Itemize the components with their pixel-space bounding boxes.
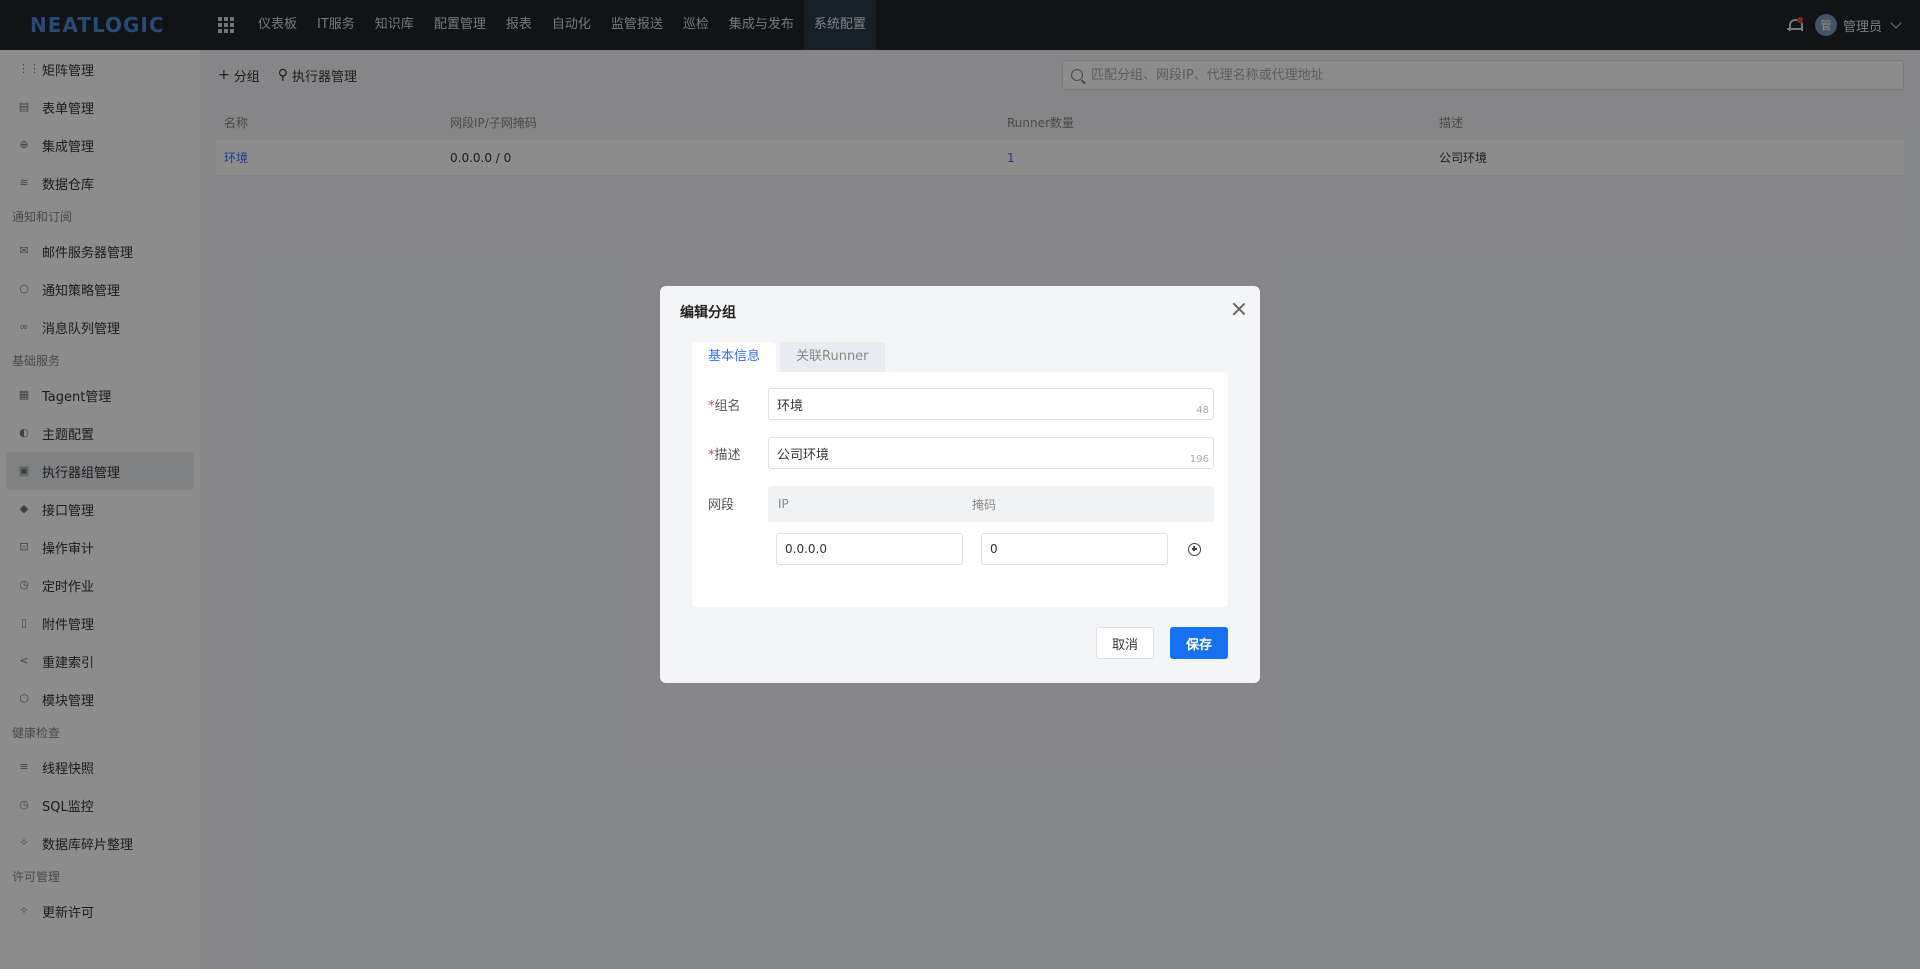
dialog-title: 编辑分组: [680, 305, 736, 321]
dialog-tabs: 基本信息 关联Runner: [692, 342, 885, 372]
segment-row: 网段: [708, 494, 768, 513]
save-button[interactable]: 保存: [1170, 627, 1228, 659]
group-name-row: *组名 环境 48: [708, 388, 1214, 420]
close-icon[interactable]: [1232, 302, 1246, 316]
segment-label: 网段: [708, 498, 735, 513]
group-name-counter: 48: [1196, 405, 1209, 416]
column-header-ip: IP: [778, 497, 789, 511]
description-counter: 196: [1189, 454, 1209, 465]
add-segment-icon[interactable]: [1188, 542, 1201, 556]
group-name-label: *组名: [708, 398, 741, 414]
mask-input[interactable]: 0: [981, 533, 1168, 565]
edit-group-dialog: 编辑分组 基本信息 关联Runner *组名 环境 48 *描述 公司环境 19…: [660, 286, 1260, 683]
segment-table: IP 掩码 0.0.0.0 0: [768, 486, 1214, 576]
ip-input[interactable]: 0.0.0.0: [776, 533, 963, 565]
segment-table-row: 0.0.0.0 0: [768, 522, 1214, 576]
basic-info-panel: *组名 环境 48 *描述 公司环境 196 网段 IP 掩码 0.0.0.0 …: [692, 372, 1228, 607]
cancel-button[interactable]: 取消: [1096, 627, 1154, 659]
description-field[interactable]: 公司环境 196: [768, 437, 1214, 469]
segment-table-header: IP 掩码: [768, 486, 1214, 522]
tab-related-runner[interactable]: 关联Runner: [780, 342, 885, 372]
tab-basic-info[interactable]: 基本信息: [692, 342, 777, 372]
description-value: 公司环境: [777, 447, 830, 463]
description-label: *描述: [708, 447, 741, 463]
group-name-field[interactable]: 环境 48: [768, 388, 1214, 420]
group-name-value: 环境: [777, 398, 804, 414]
description-row: *描述 公司环境 196: [708, 437, 1214, 469]
column-header-mask: 掩码: [972, 497, 997, 512]
